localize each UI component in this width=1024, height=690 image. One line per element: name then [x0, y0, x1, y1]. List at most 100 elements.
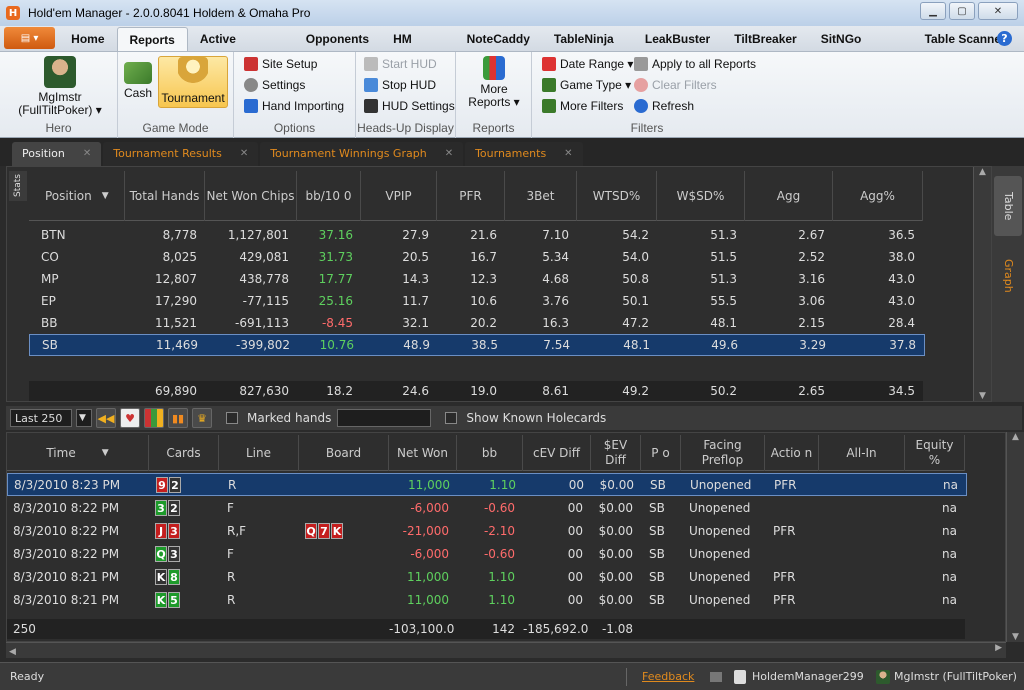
- scroll-up-icon[interactable]: ▲: [974, 167, 991, 177]
- stats-col-header[interactable]: Agg: [745, 171, 833, 221]
- hands-scrollbar[interactable]: ▲ ▼: [1006, 432, 1024, 642]
- stats-col-header[interactable]: Position ▼: [29, 171, 125, 221]
- hands-hscrollbar[interactable]: ◀ ▶: [6, 642, 1006, 658]
- doc-tab-tournament-results[interactable]: Tournament Results ✕: [103, 142, 259, 166]
- hands-col-header[interactable]: bb: [457, 435, 523, 471]
- settings-button[interactable]: Settings: [244, 76, 305, 94]
- stats-row[interactable]: BTN 8,778 1,127,801 37.16 27.9 21.6 7.10 54.2 51…: [29, 224, 923, 246]
- more-reports-button[interactable]: More Reports ▾: [464, 56, 524, 109]
- maximize-button[interactable]: ▢: [949, 2, 975, 20]
- close-tab-icon[interactable]: ✕: [564, 142, 572, 166]
- hands-col-header[interactable]: cEV Diff: [523, 435, 591, 471]
- hand-row[interactable]: 8/3/2010 8:21 PM K 5 R 11,000 1.10 00 $0.00 SB Un…: [7, 588, 965, 611]
- stop-hud-button[interactable]: Stop HUD: [364, 76, 436, 94]
- stats-col-header[interactable]: W$SD%: [657, 171, 745, 221]
- hand-importing-button[interactable]: Hand Importing: [244, 97, 344, 115]
- stats-row[interactable]: CO 8,025 429,081 31.73 20.5 16.7 5.34 54.0 51.5 2…: [29, 246, 923, 268]
- stats-row[interactable]: EP 17,290 -77,115 25.16 11.7 10.6 3.76 50.1 55.5…: [29, 290, 923, 312]
- minimize-button[interactable]: ▁: [920, 2, 946, 20]
- marked-hands-select[interactable]: [337, 409, 432, 427]
- stats-side-tab[interactable]: Stats: [9, 171, 27, 201]
- doc-tab-tournaments[interactable]: Tournaments ✕: [465, 142, 583, 166]
- scroll-right-icon[interactable]: ▶: [995, 643, 1002, 653]
- hands-scroll-down-icon[interactable]: ▼: [1007, 632, 1024, 642]
- stats-col-header[interactable]: PFR: [437, 171, 505, 221]
- bar-chart-icon[interactable]: ▮▮: [168, 408, 188, 428]
- rewind-icon[interactable]: ◀◀: [96, 408, 116, 428]
- refresh-button[interactable]: Refresh: [634, 97, 694, 115]
- scroll-left-icon[interactable]: ◀: [6, 647, 16, 657]
- hands-col-header[interactable]: Facing Preflop: [681, 435, 765, 471]
- stats-row[interactable]: MP 12,807 438,778 17.77 14.3 12.3 4.68 50.8 51.3…: [29, 268, 923, 290]
- stats-col-header[interactable]: Total Hands: [125, 171, 205, 221]
- graph-view-tab[interactable]: Graph: [994, 256, 1022, 296]
- stats-col-header[interactable]: Agg%: [833, 171, 923, 221]
- cards-icon[interactable]: ♥: [120, 408, 140, 428]
- stats-col-header[interactable]: 3Bet: [505, 171, 577, 221]
- hands-col-header[interactable]: Cards: [149, 435, 219, 471]
- help-icon[interactable]: ?: [997, 31, 1012, 46]
- hand-row[interactable]: 8/3/2010 8:22 PM Q 3 F -6,000 -0.60 00 $0.00 SB U…: [7, 542, 965, 565]
- cash-button[interactable]: Cash: [120, 56, 156, 100]
- hands-col-header[interactable]: Line: [219, 435, 299, 471]
- clear-filters-button[interactable]: Clear Filters: [634, 76, 717, 94]
- sort-down-icon[interactable]: ▼: [102, 189, 109, 204]
- hands-col-header[interactable]: Actio n: [765, 435, 819, 471]
- hand-row[interactable]: 8/3/2010 8:21 PM K 8 R 11,000 1.10 00 $0.00 SB Un…: [7, 565, 965, 588]
- hero-button[interactable]: MgImstr (FullTiltPoker) ▾: [10, 56, 110, 117]
- hud-settings-button[interactable]: HUD Settings: [364, 97, 455, 115]
- scroll-down-icon[interactable]: ▼: [974, 391, 991, 401]
- last-hands-dropdown-icon[interactable]: ▼: [76, 409, 92, 427]
- close-button[interactable]: ✕: [978, 2, 1018, 20]
- ribbon-tab-hm-apps[interactable]: HM Apps: [381, 27, 454, 70]
- site-setup-button[interactable]: Site Setup: [244, 55, 317, 73]
- stats-row[interactable]: SB 11,469 -399,802 10.76 48.9 38.5 7.54 48.1 49.…: [29, 334, 925, 356]
- tournament-button[interactable]: Tournament: [158, 56, 228, 108]
- close-tab-icon[interactable]: ✕: [240, 142, 248, 166]
- app-menu-button[interactable]: ▤ ▾: [4, 27, 56, 49]
- apply-all-button[interactable]: Apply to all Reports: [634, 55, 756, 73]
- hand-row[interactable]: 8/3/2010 8:23 PM 9 2 R 11,000 1.10 00 $0.00 SB Un…: [7, 473, 967, 496]
- ribbon-tab-sitngo-wizard[interactable]: SitNGo Wizard: [809, 27, 913, 70]
- ribbon-tab-tiltbreaker[interactable]: TiltBreaker: [722, 27, 808, 51]
- hands-col-header[interactable]: All-In: [819, 435, 905, 471]
- close-tab-icon[interactable]: ✕: [445, 142, 453, 166]
- marked-hands-checkbox[interactable]: [226, 412, 238, 424]
- table-view-tab[interactable]: Table: [994, 176, 1022, 236]
- game-type-button[interactable]: Game Type ▾: [542, 76, 631, 94]
- stats-row[interactable]: BB 11,521 -691,113 -8.45 32.1 20.2 16.3 47.2 48.…: [29, 312, 923, 334]
- hands-col-header[interactable]: Net Won: [389, 435, 457, 471]
- show-holecards-checkbox[interactable]: [445, 412, 458, 424]
- ribbon-tab-opponents[interactable]: Opponents: [294, 27, 381, 51]
- close-tab-icon[interactable]: ✕: [83, 142, 91, 166]
- doc-tab-position[interactable]: Position ✕: [12, 142, 102, 166]
- stats-scrollbar[interactable]: ▲ ▼: [973, 167, 991, 401]
- start-hud-button[interactable]: Start HUD: [364, 55, 437, 73]
- stats-col-header[interactable]: bb/10 0: [297, 171, 361, 221]
- ribbon-tab-tableninja-2[interactable]: TableNinja 2: [542, 27, 633, 70]
- hands-col-header[interactable]: Board: [299, 435, 389, 471]
- sort-down-icon[interactable]: ▼: [102, 446, 109, 461]
- hands-col-header[interactable]: Equity %: [905, 435, 965, 471]
- ribbon-tab-notecaddy[interactable]: NoteCaddy: [455, 27, 542, 51]
- hands-scroll-up-icon[interactable]: ▲: [1007, 432, 1024, 442]
- stats-col-header[interactable]: Net Won Chips: [205, 171, 297, 221]
- hands-col-header[interactable]: P o: [641, 435, 681, 471]
- ribbon-tab-active-session[interactable]: Active Session: [188, 27, 294, 70]
- ribbon-tab-reports[interactable]: Reports: [116, 27, 188, 51]
- hands-col-header[interactable]: Time ▼: [7, 435, 149, 471]
- grid-icon[interactable]: [144, 408, 164, 428]
- date-range-button[interactable]: Date Range ▾: [542, 55, 633, 73]
- hands-col-header[interactable]: $EV Diff: [591, 435, 641, 471]
- ribbon-tab-home[interactable]: Home: [59, 27, 116, 51]
- doc-tab-tournament-winnings-graph[interactable]: Tournament Winnings Graph ✕: [260, 142, 464, 166]
- more-filters-button[interactable]: More Filters: [542, 97, 623, 115]
- ribbon-tab-leakbuster[interactable]: LeakBuster: [633, 27, 722, 51]
- trophy-small-icon[interactable]: ♛: [192, 408, 212, 428]
- stats-col-header[interactable]: VPIP: [361, 171, 437, 221]
- feedback-link[interactable]: Feedback: [642, 670, 694, 683]
- hand-row[interactable]: 8/3/2010 8:22 PM 3 2 F -6,000 -0.60 00 $0.00 SB U…: [7, 496, 965, 519]
- last-hands-select[interactable]: Last 250: [10, 409, 72, 427]
- hand-row[interactable]: 8/3/2010 8:22 PM J 3 R,F Q 7 K -21,000 -2.10 00 $0…: [7, 519, 965, 542]
- stats-col-header[interactable]: WTSD%: [577, 171, 657, 221]
